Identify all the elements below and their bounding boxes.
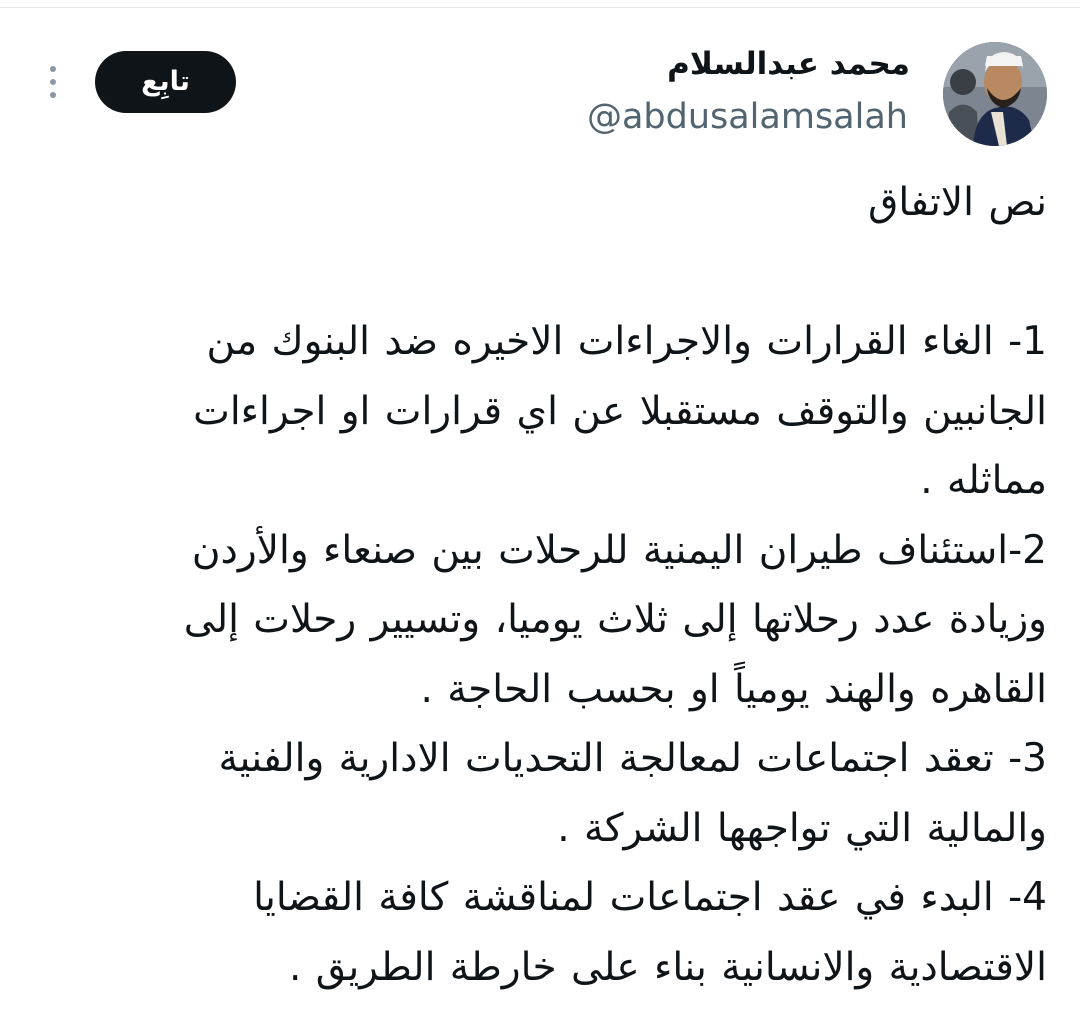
follow-button[interactable]: تابِع	[95, 51, 236, 113]
tweet-line: 3- تعقد اجتماعات لمعالجة التحديات الادار…	[218, 736, 1047, 781]
author-name[interactable]: محمد عبدالسلام	[667, 44, 910, 84]
more-dot	[50, 66, 56, 72]
tweet-line: القاهره والهند يومياً او بحسب الحاجة .	[420, 666, 1047, 712]
top-divider	[0, 7, 1080, 8]
tweet-line: 4- البدء في عقد اجتماعات لمناقشة كافة ال…	[253, 875, 1047, 920]
tweet-line: نص الاتفاق	[868, 180, 1047, 225]
avatar-image	[943, 42, 1047, 146]
tweet-line: الجانبين والتوقف مستقبلا عن اي قرارات او…	[193, 388, 1047, 434]
tweet-line: والمالية التي تواجهها الشركة .	[557, 805, 1047, 851]
tweet-line: مماثله .	[920, 458, 1047, 503]
author-handle[interactable]: @abdusalamsalah	[587, 94, 908, 140]
tweet-header: محمد عبدالسلام @abdusalamsalah تابِع	[0, 38, 1080, 150]
more-dot	[50, 79, 56, 85]
tweet-line: 1- الغاء القرارات والاجراءات الاخيره ضد …	[206, 319, 1048, 364]
tweet-text: نص الاتفاق 1- الغاء القرارات والاجراءات …	[47, 168, 1047, 1002]
avatar[interactable]	[943, 42, 1047, 146]
more-dot	[50, 92, 56, 98]
tweet-line: الاقتصادية والانسانية بناء على خارطة الط…	[289, 944, 1047, 990]
more-vertical-icon[interactable]	[40, 62, 66, 102]
tweet-line: وزيادة عدد رحلاتها إلى ثلاث يوميا، وتسيي…	[183, 597, 1047, 642]
tweet-line: 2-استئناف طيران اليمنية للرحلات بين صنعا…	[191, 527, 1047, 573]
